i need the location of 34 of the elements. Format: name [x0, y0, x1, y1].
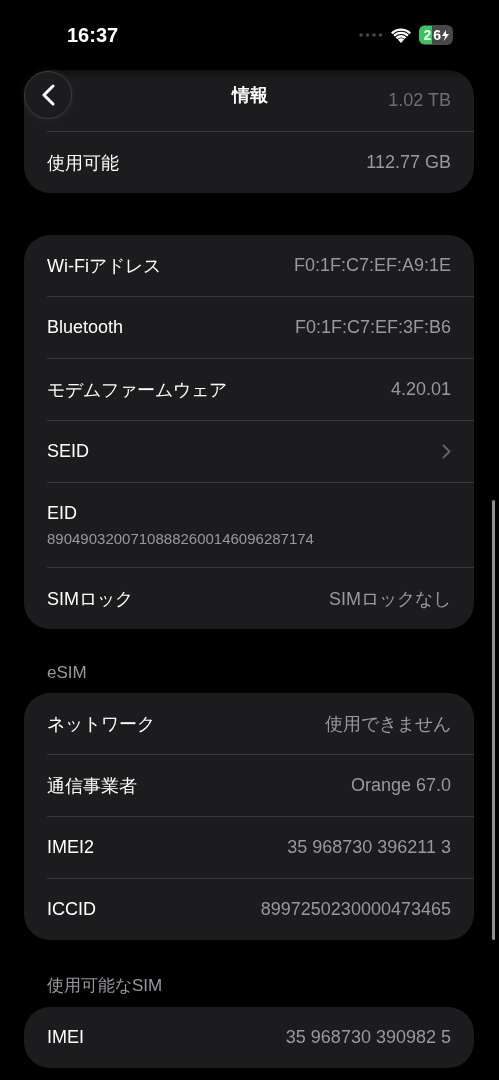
row-value: Orange 67.0: [350, 775, 451, 796]
page-title: 情報: [231, 84, 268, 107]
section-header: 使用可能なSIM: [47, 975, 164, 997]
row-label: Wi-Fiアドレス: [47, 254, 161, 278]
signal-icon: [359, 33, 384, 37]
row-value: 使用できません: [325, 712, 451, 736]
battery-indicator: 26: [419, 25, 453, 45]
row-value: 4.20.01: [390, 379, 451, 400]
row-label: EID: [47, 503, 78, 524]
row-value: SIMロックなし: [329, 587, 451, 611]
wifi-icon: [391, 27, 412, 43]
row-value: 112.77 GB: [366, 152, 451, 173]
row-value: 35 968730 390982 5: [285, 1027, 451, 1048]
row-label: ICCID: [47, 899, 96, 920]
row-label: IMEI: [47, 1027, 84, 1048]
status-time: 16:37: [67, 23, 119, 47]
row-label: ネットワーク: [47, 712, 155, 736]
row-label: IMEI2: [47, 837, 94, 858]
row-label: SEID: [47, 441, 89, 462]
back-icon: [41, 84, 55, 106]
row-value: 1.02 TB: [388, 90, 451, 111]
chevron-icon: [442, 444, 451, 459]
row-label: Bluetooth: [47, 317, 124, 338]
row-value: 8997250230000473465: [260, 899, 451, 920]
row-value: F0:1F:C7:EF:3F:B6: [294, 317, 451, 338]
row-label: SIMロック: [47, 587, 133, 611]
row-label: 通信事業者: [47, 774, 137, 798]
row-value: 35 968730 396211 3: [287, 837, 451, 858]
row-value: 89049032007108882600146096287174: [47, 530, 315, 547]
row-value: F0:1F:C7:EF:A9:1E: [293, 255, 451, 276]
list-row[interactable]: SEID: [47, 420, 474, 482]
row-label: モデムファームウェア: [47, 378, 227, 402]
section-header: eSIM: [47, 663, 88, 683]
row-label: 使用可能: [47, 151, 119, 175]
